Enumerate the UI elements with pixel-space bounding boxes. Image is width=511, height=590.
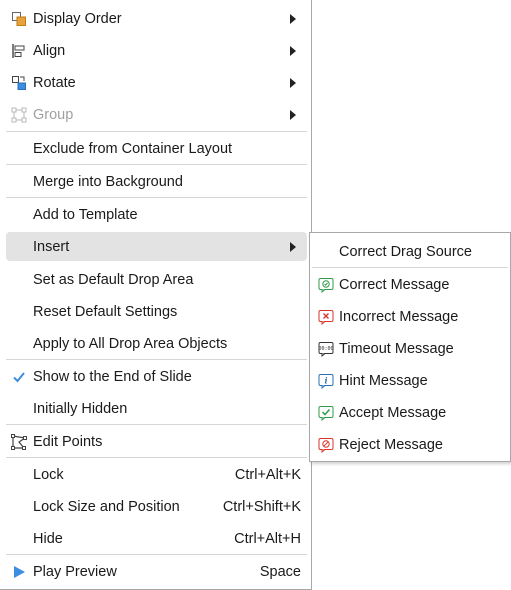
menu-separator [6,197,307,198]
timeout-message-icon: 00:00 [317,340,334,357]
menu-item-insert[interactable]: Insert [6,232,307,261]
svg-text:i: i [324,375,327,385]
submenu-item-timeout-message[interactable]: 00:00 Timeout Message [312,334,508,363]
edit-points-icon [10,433,27,450]
menu-item-edit-points[interactable]: Edit Points [6,427,307,456]
insert-submenu: Correct Drag Source Correct Message Inco… [309,232,511,462]
context-menu: Display Order Align Rotate Group Exclude… [0,0,312,590]
submenu-item-correct-message[interactable]: Correct Message [312,270,508,299]
menu-item-apply-all-drop-areas[interactable]: Apply to All Drop Area Objects [6,329,307,358]
submenu-arrow-icon [290,14,296,24]
menu-item-label: Reset Default Settings [33,303,178,320]
menu-item-group[interactable]: Group [6,100,307,129]
submenu-item-accept-message[interactable]: Accept Message [312,398,508,427]
incorrect-message-icon [317,308,334,325]
submenu-item-hint-message[interactable]: i Hint Message [312,366,508,395]
submenu-item-label: Timeout Message [339,340,454,357]
svg-text:00:00: 00:00 [318,346,333,352]
submenu-arrow-icon [290,78,296,88]
submenu-item-incorrect-message[interactable]: Incorrect Message [312,302,508,331]
menu-item-label: Insert [33,238,70,255]
menu-item-label: Exclude from Container Layout [33,140,233,157]
menu-item-rotate[interactable]: Rotate [6,68,307,97]
menu-item-label: Lock Size and Position [33,498,180,515]
submenu-item-label: Reject Message [339,436,443,453]
menu-item-label: Merge into Background [33,173,183,190]
menu-item-lock[interactable]: Lock Ctrl+Alt+K [6,460,307,489]
menu-item-label: Set as Default Drop Area [33,271,194,288]
submenu-arrow-icon [290,242,296,252]
submenu-item-reject-message[interactable]: Reject Message [312,430,508,459]
menu-separator [6,554,307,555]
menu-item-label: Initially Hidden [33,400,128,417]
menu-item-label: Apply to All Drop Area Objects [33,335,228,352]
menu-item-play-preview[interactable]: Play Preview Space [6,557,307,586]
correct-message-icon [317,276,334,293]
submenu-item-label: Correct Message [339,276,450,293]
submenu-item-label: Incorrect Message [339,308,459,325]
menu-item-lock-size-position[interactable]: Lock Size and Position Ctrl+Shift+K [6,492,307,521]
play-icon [10,563,27,580]
menu-item-reset-default-settings[interactable]: Reset Default Settings [6,297,307,326]
menu-item-show-to-end[interactable]: Show to the End of Slide [6,362,307,391]
menu-item-set-default-drop-area[interactable]: Set as Default Drop Area [6,265,307,294]
menu-separator [6,164,307,165]
submenu-item-label: Accept Message [339,404,447,421]
menu-separator [6,424,307,425]
submenu-item-label: Hint Message [339,372,428,389]
menu-separator [6,457,307,458]
submenu-item-correct-drag-source[interactable]: Correct Drag Source [312,237,508,266]
group-icon [10,106,27,123]
align-icon [10,42,27,59]
menu-item-label: Rotate [33,74,76,91]
menu-separator [6,131,307,132]
menu-separator [6,359,307,360]
menu-separator [312,267,508,268]
rotate-icon [10,74,27,91]
reject-message-icon [317,436,334,453]
shortcut-label: Ctrl+Shift+K [222,498,301,515]
menu-item-display-order[interactable]: Display Order [6,4,307,33]
checkmark-icon [10,368,27,385]
menu-item-label: Lock [33,466,64,483]
menu-item-label: Hide [33,530,63,547]
menu-item-label: Align [33,42,66,59]
display-order-icon [10,10,27,27]
menu-item-hide[interactable]: Hide Ctrl+Alt+H [6,524,307,553]
menu-item-label: Group [33,106,74,123]
shortcut-label: Space [259,563,301,580]
menu-item-exclude-container-layout[interactable]: Exclude from Container Layout [6,134,307,163]
menu-item-label: Edit Points [33,433,103,450]
accept-message-icon [317,404,334,421]
menu-item-label: Show to the End of Slide [33,368,192,385]
menu-item-add-template[interactable]: Add to Template [6,200,307,229]
shortcut-label: Ctrl+Alt+H [234,530,301,547]
menu-item-label: Add to Template [33,206,138,223]
submenu-item-label: Correct Drag Source [339,243,472,260]
submenu-arrow-icon [290,46,296,56]
submenu-arrow-icon [290,110,296,120]
menu-item-initially-hidden[interactable]: Initially Hidden [6,394,307,423]
menu-item-label: Play Preview [33,563,117,580]
menu-item-merge-background[interactable]: Merge into Background [6,167,307,196]
menu-item-label: Display Order [33,10,122,27]
hint-message-icon: i [317,372,334,389]
shortcut-label: Ctrl+Alt+K [234,466,301,483]
menu-item-align[interactable]: Align [6,36,307,65]
